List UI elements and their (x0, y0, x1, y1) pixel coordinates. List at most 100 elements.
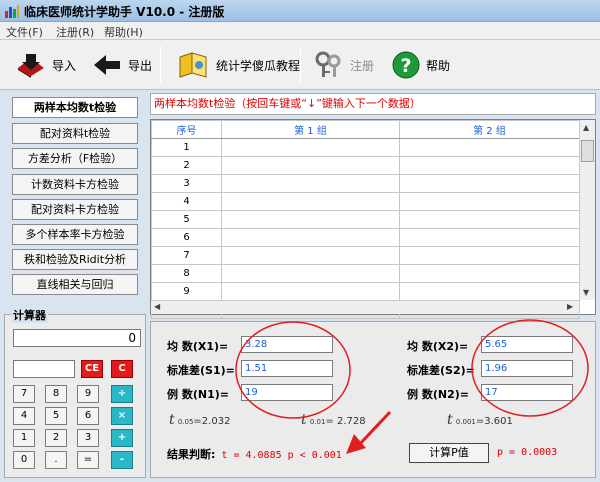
calc-key-2[interactable]: 2 (45, 429, 67, 447)
scroll-right-icon[interactable]: ▶ (567, 302, 573, 311)
table-row: 6 (151, 228, 580, 247)
n2-field[interactable]: 17 (481, 384, 573, 401)
group-2-cell[interactable] (399, 282, 580, 301)
group-1-cell[interactable] (221, 210, 400, 229)
sd1-label: 标准差(S1)= (167, 364, 235, 377)
sd2-label: 标准差(S2)= (407, 364, 475, 377)
title-bar: 临床医师统计学助手 V10.0 - 注册版 (0, 0, 600, 22)
svg-text:?: ? (400, 55, 411, 77)
group-1-cell[interactable] (221, 138, 400, 157)
column-header-group-2: 第 2 组 (399, 120, 580, 139)
calc-key-5[interactable]: 5 (45, 407, 67, 425)
toolbar: 导入 导出 统计学傻瓜教程 注册 ? 帮助 (0, 40, 600, 90)
calculator-title: 计算器 (11, 307, 48, 323)
calculator-display: 0 (13, 329, 141, 347)
group-2-cell[interactable] (399, 156, 580, 175)
main-area: 两样本均数t检验（按回车键或“↓”键输入下一个数据） 序号 第 1 组 第 2 … (150, 93, 596, 478)
test-paired-chi-square[interactable]: 配对资料卡方检验 (12, 199, 138, 220)
sd2-field[interactable]: 1.96 (481, 360, 573, 377)
test-two-sample-t[interactable]: 两样本均数t检验 (12, 97, 138, 118)
calc-multiply-button[interactable]: × (111, 407, 133, 425)
register-button[interactable]: 注册 (314, 48, 374, 82)
menu-register[interactable]: 注册(R) (56, 24, 94, 40)
calc-key-7[interactable]: 7 (13, 385, 35, 403)
help-icon: ? (392, 51, 420, 79)
export-button[interactable]: 导出 (92, 48, 152, 82)
calc-equals-button[interactable]: = (77, 451, 99, 469)
scroll-down-icon[interactable]: ▼ (583, 288, 589, 297)
calc-key-1[interactable]: 1 (13, 429, 35, 447)
group-2-cell[interactable] (399, 246, 580, 265)
window-title: 临床医师统计学助手 V10.0 - 注册版 (24, 5, 225, 19)
calc-subtract-button[interactable]: - (111, 451, 133, 469)
calc-ce-button[interactable]: CE (81, 360, 103, 378)
t-symbol: t (169, 412, 175, 428)
mean1-field[interactable]: 3.28 (241, 336, 333, 353)
row-index: 9 (151, 282, 222, 301)
t-critical-0001: t 0.001=3.601 (447, 412, 513, 428)
table-row: 3 (151, 174, 580, 193)
calculator: 计算器 0 CE C 7 8 9 ÷ 4 5 6 × 1 2 3 + 0 . =… (4, 307, 146, 478)
calc-c-button[interactable]: C (111, 360, 133, 378)
instruction-hint: 两样本均数t检验（按回车键或“↓”键输入下一个数据） (150, 93, 596, 115)
t-symbol: t (301, 412, 307, 428)
group-2-cell[interactable] (399, 264, 580, 283)
tutorial-button[interactable]: 统计学傻瓜教程 (178, 48, 300, 82)
menu-bar: 文件(F) 注册(R) 帮助(H) (0, 22, 600, 40)
group-1-cell[interactable] (221, 282, 400, 301)
vertical-scrollbar[interactable]: ▲ ▼ (579, 120, 595, 300)
calc-key-8[interactable]: 8 (45, 385, 67, 403)
scroll-left-icon[interactable]: ◀ (154, 302, 160, 311)
sd1-field[interactable]: 1.51 (241, 360, 333, 377)
calc-p-value-button[interactable]: 计算P值 (409, 443, 489, 463)
group-2-cell[interactable] (399, 228, 580, 247)
row-index: 6 (151, 228, 222, 247)
row-index: 7 (151, 246, 222, 265)
row-index: 2 (151, 156, 222, 175)
import-button[interactable]: 导入 (16, 48, 76, 82)
import-icon (18, 54, 44, 78)
table-row: 7 (151, 246, 580, 265)
group-1-cell[interactable] (221, 192, 400, 211)
mean2-field[interactable]: 5.65 (481, 336, 573, 353)
calc-key-0[interactable]: 0 (13, 451, 35, 469)
export-icon (94, 55, 120, 75)
calc-key-4[interactable]: 4 (13, 407, 35, 425)
test-rank-sum-ridit[interactable]: 秩和检验及Ridit分析 (12, 249, 138, 270)
group-2-cell[interactable] (399, 210, 580, 229)
result-judgement: 结果判断: t = 4.0885 p < 0.001 (167, 448, 342, 461)
column-header-index: 序号 (151, 120, 222, 139)
n1-label: 例 数(N1)= (167, 388, 229, 401)
help-button[interactable]: ? 帮助 (392, 48, 450, 82)
calc-dot-button[interactable]: . (45, 451, 67, 469)
table-row: 1 (151, 138, 580, 157)
calc-divide-button[interactable]: ÷ (111, 385, 133, 403)
t-critical-001: t 0.01= 2.728 (301, 412, 366, 428)
calc-key-6[interactable]: 6 (77, 407, 99, 425)
scroll-up-icon[interactable]: ▲ (583, 123, 589, 132)
calc-key-3[interactable]: 3 (77, 429, 99, 447)
test-anova[interactable]: 方差分析（F检验） (12, 148, 138, 169)
horizontal-scrollbar[interactable]: ◀ ▶ (151, 300, 579, 314)
test-chi-square[interactable]: 计数资料卡方检验 (12, 174, 138, 195)
group-1-cell[interactable] (221, 228, 400, 247)
calc-add-button[interactable]: + (111, 429, 133, 447)
group-1-cell[interactable] (221, 246, 400, 265)
test-correlation-regression[interactable]: 直线相关与回归 (12, 274, 138, 295)
calc-key-9[interactable]: 9 (77, 385, 99, 403)
group-2-cell[interactable] (399, 138, 580, 157)
test-list: 两样本均数t检验 配对资料t检验 方差分析（F检验） 计数资料卡方检验 配对资料… (4, 93, 146, 303)
group-1-cell[interactable] (221, 174, 400, 193)
menu-file[interactable]: 文件(F) (6, 24, 43, 40)
group-1-cell[interactable] (221, 156, 400, 175)
test-multi-rate-chi-square[interactable]: 多个样本率卡方检验 (12, 224, 138, 245)
group-2-cell[interactable] (399, 174, 580, 193)
test-paired-t[interactable]: 配对资料t检验 (12, 123, 138, 144)
menu-help[interactable]: 帮助(H) (104, 24, 143, 40)
n1-field[interactable]: 19 (241, 384, 333, 401)
row-index: 4 (151, 192, 222, 211)
data-grid: 序号 第 1 组 第 2 组 12345678910 ▲ ▼ ◀ ▶ (150, 119, 596, 319)
group-1-cell[interactable] (221, 264, 400, 283)
scroll-thumb[interactable] (581, 140, 594, 162)
group-2-cell[interactable] (399, 192, 580, 211)
